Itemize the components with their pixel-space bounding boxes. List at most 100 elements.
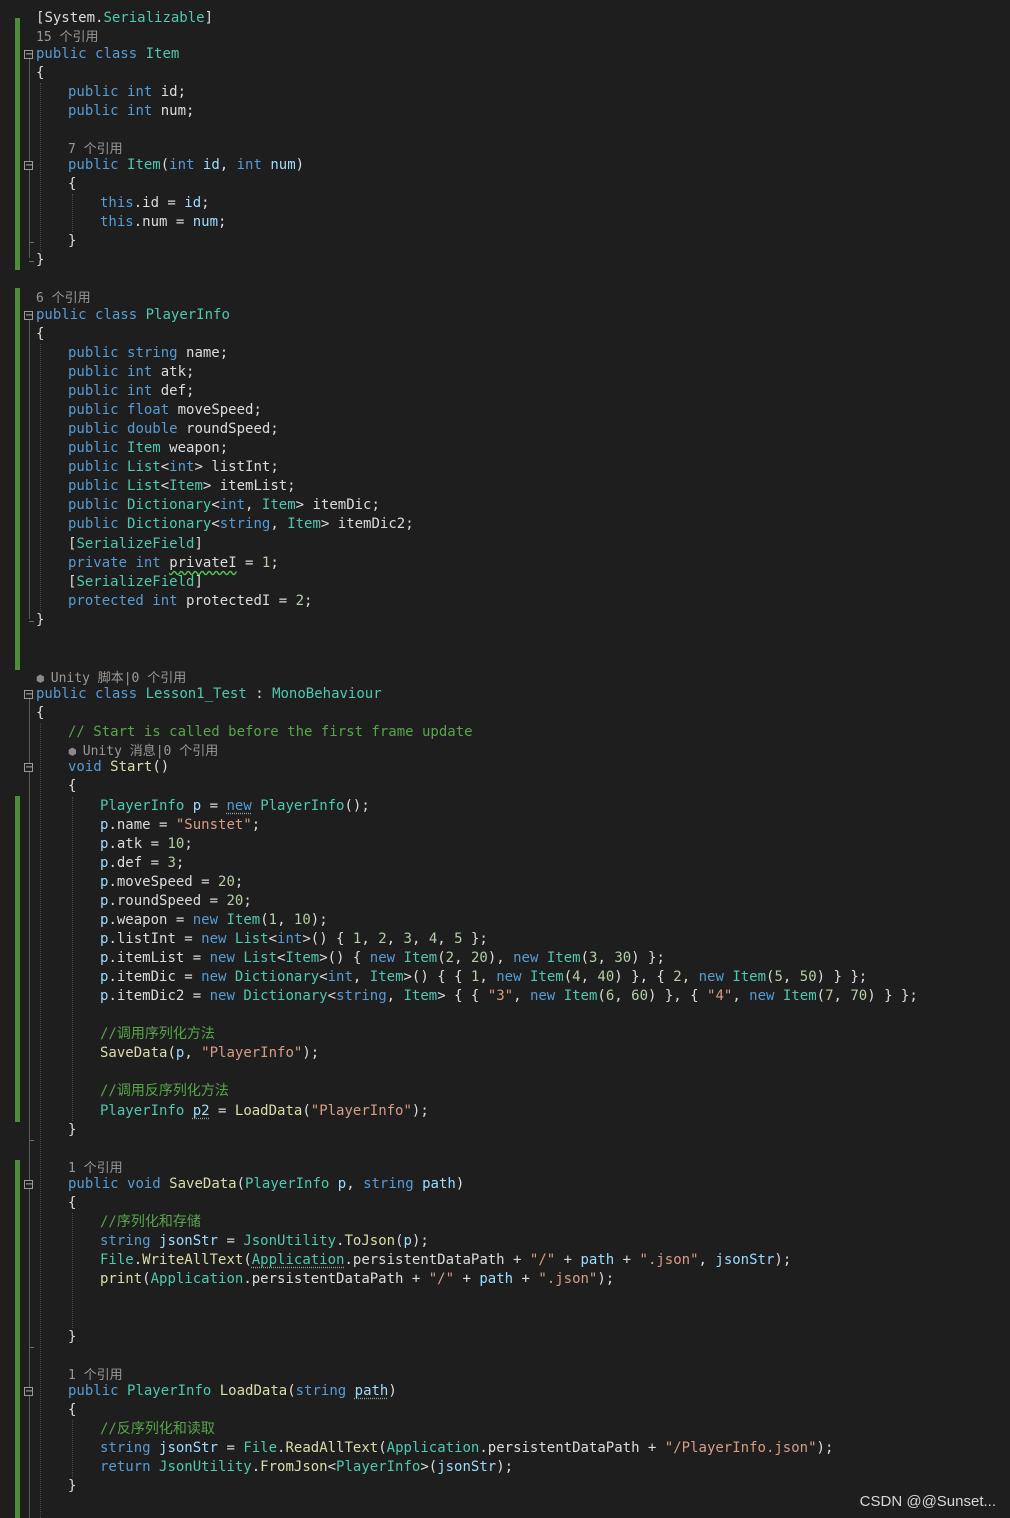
code-token: protected xyxy=(68,593,144,609)
code-token: num; xyxy=(152,103,195,119)
code-token: ); xyxy=(597,1271,615,1287)
code-token: ; xyxy=(201,195,210,211)
code-token: , xyxy=(614,988,632,1004)
code-token: ); xyxy=(302,1045,320,1061)
code-token: ( xyxy=(597,988,606,1004)
collapse-icon[interactable]: − xyxy=(24,50,33,60)
watermark: CSDN @@Sunset... xyxy=(859,1493,996,1510)
code-token: ; xyxy=(175,855,185,871)
code-token: "/" xyxy=(428,1271,455,1287)
code-token: Unity 脚本|0 个引用 xyxy=(50,671,187,686)
code-token: , xyxy=(454,950,471,966)
code-token: int xyxy=(277,931,303,947)
code-token: Dictionary xyxy=(234,969,320,985)
code-token: new xyxy=(369,950,396,966)
code-line: [SerializeField] xyxy=(68,573,203,592)
code-token: public xyxy=(68,440,119,456)
collapse-icon[interactable]: − xyxy=(24,763,33,773)
code-token: } xyxy=(68,1329,77,1345)
code-line: public int id; xyxy=(68,83,186,102)
code-token: PlayerInfo xyxy=(127,1383,212,1399)
code-token: ".json" xyxy=(639,1252,699,1268)
change-bar xyxy=(15,1160,20,1518)
code-token: public xyxy=(68,516,119,532)
code-token: ; xyxy=(243,893,252,909)
code-token: name; xyxy=(177,345,229,361)
code-token: , xyxy=(698,1252,716,1268)
code-editor[interactable]: − − − − − − − [System.Serializable] 15 个引… xyxy=(0,0,1010,1518)
code-token: 10 xyxy=(167,836,185,852)
code-token: ( xyxy=(437,950,446,966)
code-token: public xyxy=(36,686,87,702)
code-token: = xyxy=(209,1103,235,1119)
code-line: public List<int> listInt; xyxy=(68,458,279,477)
code-token: . xyxy=(133,1252,143,1268)
code-token: ) } }; xyxy=(867,988,918,1004)
collapse-icon[interactable]: − xyxy=(24,311,33,321)
code-token: "PlayerInfo" xyxy=(201,1045,303,1061)
code-token: string xyxy=(100,1233,151,1249)
code-token: + xyxy=(555,1252,581,1268)
code-token: public xyxy=(36,46,87,62)
code-token: { xyxy=(68,1195,77,1211)
code-token: + xyxy=(614,1252,640,1268)
code-token: Item xyxy=(732,969,767,985)
code-token: int xyxy=(236,157,262,173)
code-line: public Item weapon; xyxy=(68,439,228,458)
code-line: void Start() xyxy=(68,758,169,777)
code-token: jsonStr xyxy=(159,1440,219,1456)
code-token: string xyxy=(295,1383,347,1399)
code-token: Dictionary xyxy=(127,497,212,513)
code-token: int xyxy=(127,84,153,100)
code-token: ) } }; xyxy=(816,969,868,985)
code-token: public xyxy=(68,157,119,173)
code-token: = xyxy=(218,1233,244,1249)
code-token: string xyxy=(100,1440,151,1456)
unity-icon: ⬢ xyxy=(36,674,51,685)
code-token: , xyxy=(513,988,530,1004)
collapse-icon[interactable]: − xyxy=(24,1387,33,1397)
code-line: } xyxy=(36,251,44,270)
collapse-icon[interactable]: − xyxy=(24,161,33,171)
code-token: JsonUtility xyxy=(159,1459,252,1475)
collapse-icon[interactable]: − xyxy=(24,1180,33,1190)
code-token: num xyxy=(270,157,296,173)
code-token: public xyxy=(68,1176,119,1192)
code-token: 7 xyxy=(825,988,834,1004)
code-token: ( xyxy=(160,157,170,173)
code-token: ( xyxy=(260,912,269,928)
code-token: protectedI = xyxy=(177,593,296,609)
code-token: ); xyxy=(411,1103,429,1119)
code-token: { xyxy=(36,65,45,81)
code-line: { xyxy=(68,1401,76,1420)
code-token: Item xyxy=(145,46,180,62)
code-token: , xyxy=(245,497,262,513)
code-token: , xyxy=(386,988,404,1004)
code-token: < xyxy=(160,459,170,475)
collapse-icon[interactable]: − xyxy=(24,690,33,700)
code-token: p xyxy=(337,1176,347,1192)
code-token: : xyxy=(246,686,273,702)
code-token: .weapon = xyxy=(108,912,193,928)
code-token: .itemList = xyxy=(108,950,210,966)
code-line: SaveData(p, "PlayerInfo"); xyxy=(100,1044,319,1063)
code-token: roundSpeed; xyxy=(177,421,279,437)
code-token: p2 xyxy=(192,1103,210,1119)
change-bar xyxy=(15,288,20,670)
indent-guide xyxy=(72,1213,73,1328)
code-token: 3 xyxy=(403,931,412,947)
code-line: public class Item xyxy=(36,45,179,64)
code-token: () xyxy=(152,759,170,775)
code-token: ReadAllText xyxy=(285,1440,379,1456)
